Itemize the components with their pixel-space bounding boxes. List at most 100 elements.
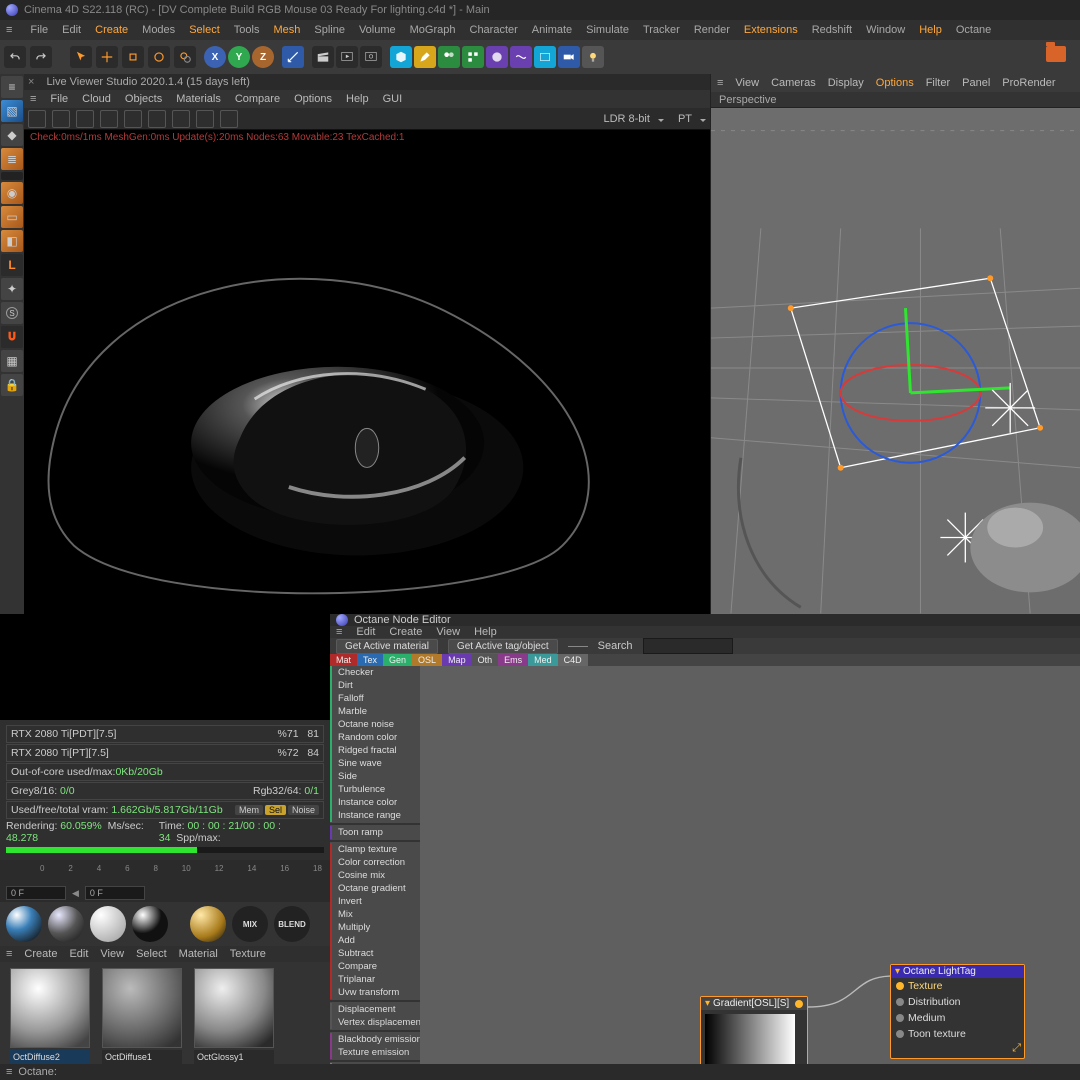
menu-create[interactable]: Create (95, 24, 128, 36)
menu-edit[interactable]: Edit (62, 24, 81, 36)
render-play[interactable] (336, 46, 358, 68)
tool-last[interactable] (174, 46, 196, 68)
redo-button[interactable] (30, 46, 52, 68)
tool-move[interactable] (96, 46, 118, 68)
render-viewport[interactable] (24, 145, 710, 614)
mat-menu-material[interactable]: Material (179, 948, 218, 960)
fields-button[interactable] (486, 46, 508, 68)
node-item[interactable]: Invert (330, 895, 420, 908)
lock-button[interactable]: 🔒 (1, 374, 23, 396)
lv-menu-file[interactable]: File (50, 93, 68, 105)
node-item[interactable]: Sine wave (330, 757, 420, 770)
lv-gear[interactable] (196, 110, 214, 128)
mograph-button[interactable] (462, 46, 484, 68)
node-search-input[interactable] (643, 638, 733, 654)
menu-redshift[interactable]: Redshift (812, 24, 852, 36)
menu-volume[interactable]: Volume (359, 24, 396, 36)
menu-window[interactable]: Window (866, 24, 905, 36)
node-item[interactable]: Instance range (330, 809, 420, 822)
lv-region[interactable] (148, 110, 166, 128)
menu-mesh[interactable]: Mesh (273, 24, 300, 36)
ne-tab-map[interactable]: Map (442, 654, 472, 666)
lv-play[interactable] (52, 110, 70, 128)
persp-menu-filter[interactable]: Filter (926, 77, 950, 89)
get-active-tag[interactable]: Get Active tag/object (448, 639, 558, 654)
menu-tools[interactable]: Tools (234, 24, 260, 36)
persp-menu-prorender[interactable]: ProRender (1002, 77, 1055, 89)
lv-menu-cloud[interactable]: Cloud (82, 93, 111, 105)
node-item[interactable]: Mix (330, 908, 420, 921)
ne-tab-oth[interactable]: Oth (472, 654, 499, 666)
light-button[interactable] (582, 46, 604, 68)
axis-toggle[interactable]: L (1, 254, 23, 276)
menu-select[interactable]: Select (189, 24, 220, 36)
soft-select[interactable]: S (1, 302, 23, 324)
node-input-row[interactable]: Toon texture (891, 1026, 1024, 1042)
lv-menu-compare[interactable]: Compare (235, 93, 280, 105)
frame-start[interactable]: 0 F (6, 886, 66, 900)
lv-stop[interactable] (76, 110, 94, 128)
lv-pick[interactable] (124, 110, 142, 128)
menu-simulate[interactable]: Simulate (586, 24, 629, 36)
workplane-button[interactable]: ▦ (1, 350, 23, 372)
node-item[interactable]: Dirt (330, 679, 420, 692)
mat-menu-create[interactable]: Create (24, 948, 57, 960)
menu-render[interactable]: Render (694, 24, 730, 36)
menu-modes[interactable]: Modes (142, 24, 175, 36)
node-item[interactable]: Octane gradient (330, 882, 420, 895)
menu-extensions[interactable]: Extensions (744, 24, 798, 36)
node-item[interactable]: Toon ramp (330, 826, 420, 839)
node-item[interactable]: Color correction (330, 856, 420, 869)
mat-type-checker[interactable] (90, 906, 126, 942)
content-browser-button[interactable] (1046, 46, 1066, 62)
mat-type-half[interactable] (132, 906, 168, 942)
menu-help[interactable]: Help (919, 24, 942, 36)
menu-mograph[interactable]: MoGraph (410, 24, 456, 36)
mat-type-mix[interactable]: MIX (232, 906, 268, 942)
menu-animate[interactable]: Animate (532, 24, 572, 36)
node-item[interactable]: Falloff (330, 692, 420, 705)
axis-z-toggle[interactable]: Z (252, 46, 274, 68)
mat-menu-texture[interactable]: Texture (230, 948, 266, 960)
lv-aov[interactable] (172, 110, 190, 128)
ne-tab-c4d[interactable]: C4D (558, 654, 588, 666)
mat-menu-edit[interactable]: Edit (69, 948, 88, 960)
node-item[interactable]: Texture emission (330, 1046, 420, 1059)
ne-tab-med[interactable]: Med (528, 654, 558, 666)
close-tab-icon[interactable]: × (28, 76, 34, 88)
mode-model[interactable]: ▧ (1, 100, 23, 122)
perspective-viewport[interactable] (711, 108, 1080, 614)
material-slot[interactable]: OctDiffuse2 (6, 968, 94, 1074)
mat-type-chrome[interactable] (6, 906, 42, 942)
get-active-material[interactable]: Get Active material (336, 639, 438, 654)
mode-hamburger[interactable]: ≡ (1, 76, 23, 98)
tool-rotate[interactable] (148, 46, 170, 68)
timeline-ruler[interactable]: 024681012141618 (0, 860, 330, 884)
persp-menu-display[interactable]: Display (828, 77, 864, 89)
ne-tab-osl[interactable]: OSL (412, 654, 442, 666)
node-input-row[interactable]: Medium (891, 1010, 1024, 1026)
node-input-row[interactable]: Texture (891, 978, 1024, 994)
magnet-button[interactable] (1, 326, 23, 348)
persp-menu-cameras[interactable]: Cameras (771, 77, 816, 89)
lv-menu-materials[interactable]: Materials (176, 93, 221, 105)
node-input-row[interactable]: Distribution (891, 994, 1024, 1010)
lv-menu-help[interactable]: Help (346, 93, 369, 105)
node-item[interactable]: Turbulence (330, 783, 420, 796)
node-item[interactable]: Blackbody emission (330, 1033, 420, 1046)
menu-spline[interactable]: Spline (314, 24, 345, 36)
node-item[interactable]: Displacement (330, 1003, 420, 1016)
axis-y-toggle[interactable]: Y (228, 46, 250, 68)
tool-pen[interactable] (414, 46, 436, 68)
ne-tab-gen[interactable]: Gen (383, 654, 412, 666)
render-settings[interactable] (360, 46, 382, 68)
mat-type-gold[interactable] (190, 906, 226, 942)
mode-texture[interactable]: ≣ (1, 148, 23, 170)
node-item[interactable]: Add (330, 934, 420, 947)
undo-button[interactable] (4, 46, 26, 68)
mode-object[interactable]: ◆ (1, 124, 23, 146)
mat-menu-select[interactable]: Select (136, 948, 167, 960)
node-item[interactable]: Marble (330, 705, 420, 718)
node-item[interactable]: Uvw transform (330, 986, 420, 999)
generator-button[interactable] (438, 46, 460, 68)
